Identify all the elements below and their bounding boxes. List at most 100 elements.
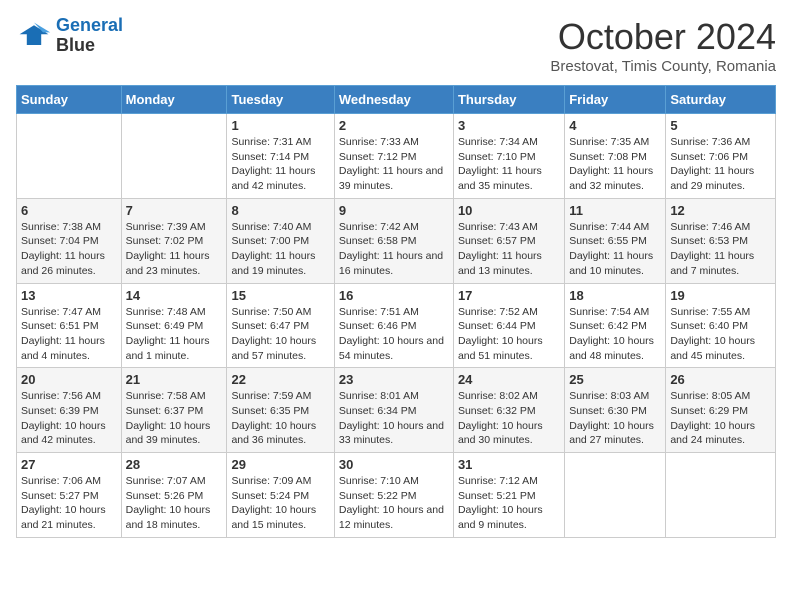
sunrise-info: Sunrise: 7:10 AM bbox=[339, 474, 449, 489]
calendar-cell: 2 Sunrise: 7:33 AM Sunset: 7:12 PM Dayli… bbox=[334, 114, 453, 199]
day-number: 20 bbox=[21, 372, 117, 387]
daylight-info: Daylight: 11 hours and 13 minutes. bbox=[458, 249, 560, 278]
day-number: 12 bbox=[670, 203, 771, 218]
calendar-week-row: 27 Sunrise: 7:06 AM Sunset: 5:27 PM Dayl… bbox=[17, 453, 776, 538]
day-number: 17 bbox=[458, 288, 560, 303]
day-number: 23 bbox=[339, 372, 449, 387]
day-number: 11 bbox=[569, 203, 661, 218]
day-number: 6 bbox=[21, 203, 117, 218]
day-number: 1 bbox=[231, 118, 329, 133]
daylight-info: Daylight: 10 hours and 54 minutes. bbox=[339, 334, 449, 363]
calendar-cell: 20 Sunrise: 7:56 AM Sunset: 6:39 PM Dayl… bbox=[17, 368, 122, 453]
sunrise-info: Sunrise: 7:55 AM bbox=[670, 305, 771, 320]
daylight-info: Daylight: 11 hours and 29 minutes. bbox=[670, 164, 771, 193]
daylight-info: Daylight: 11 hours and 26 minutes. bbox=[21, 249, 117, 278]
daylight-info: Daylight: 11 hours and 32 minutes. bbox=[569, 164, 661, 193]
calendar-cell: 31 Sunrise: 7:12 AM Sunset: 5:21 PM Dayl… bbox=[453, 453, 564, 538]
sunset-info: Sunset: 7:00 PM bbox=[231, 234, 329, 249]
daylight-info: Daylight: 11 hours and 1 minute. bbox=[126, 334, 223, 363]
sunset-info: Sunset: 6:29 PM bbox=[670, 404, 771, 419]
sunset-info: Sunset: 6:37 PM bbox=[126, 404, 223, 419]
column-header-tuesday: Tuesday bbox=[227, 86, 334, 114]
sunrise-info: Sunrise: 7:06 AM bbox=[21, 474, 117, 489]
day-number: 29 bbox=[231, 457, 329, 472]
daylight-info: Daylight: 10 hours and 57 minutes. bbox=[231, 334, 329, 363]
sunset-info: Sunset: 6:35 PM bbox=[231, 404, 329, 419]
day-number: 14 bbox=[126, 288, 223, 303]
day-number: 9 bbox=[339, 203, 449, 218]
calendar-cell: 7 Sunrise: 7:39 AM Sunset: 7:02 PM Dayli… bbox=[121, 198, 227, 283]
calendar-cell: 28 Sunrise: 7:07 AM Sunset: 5:26 PM Dayl… bbox=[121, 453, 227, 538]
column-header-monday: Monday bbox=[121, 86, 227, 114]
daylight-info: Daylight: 10 hours and 30 minutes. bbox=[458, 419, 560, 448]
calendar-cell: 6 Sunrise: 7:38 AM Sunset: 7:04 PM Dayli… bbox=[17, 198, 122, 283]
calendar-cell: 18 Sunrise: 7:54 AM Sunset: 6:42 PM Dayl… bbox=[565, 283, 666, 368]
day-number: 5 bbox=[670, 118, 771, 133]
column-header-friday: Friday bbox=[565, 86, 666, 114]
logo-icon bbox=[16, 18, 52, 54]
month-title: October 2024 bbox=[550, 16, 776, 58]
day-number: 28 bbox=[126, 457, 223, 472]
daylight-info: Daylight: 10 hours and 45 minutes. bbox=[670, 334, 771, 363]
sunset-info: Sunset: 5:22 PM bbox=[339, 489, 449, 504]
sunrise-info: Sunrise: 7:44 AM bbox=[569, 220, 661, 235]
calendar-header-row: SundayMondayTuesdayWednesdayThursdayFrid… bbox=[17, 86, 776, 114]
calendar-week-row: 1 Sunrise: 7:31 AM Sunset: 7:14 PM Dayli… bbox=[17, 114, 776, 199]
page-header: GeneralBlue October 2024 Brestovat, Timi… bbox=[16, 16, 776, 75]
calendar-cell: 3 Sunrise: 7:34 AM Sunset: 7:10 PM Dayli… bbox=[453, 114, 564, 199]
sunset-info: Sunset: 7:04 PM bbox=[21, 234, 117, 249]
calendar-cell: 14 Sunrise: 7:48 AM Sunset: 6:49 PM Dayl… bbox=[121, 283, 227, 368]
sunset-info: Sunset: 5:21 PM bbox=[458, 489, 560, 504]
calendar-cell: 11 Sunrise: 7:44 AM Sunset: 6:55 PM Dayl… bbox=[565, 198, 666, 283]
sunrise-info: Sunrise: 7:43 AM bbox=[458, 220, 560, 235]
sunset-info: Sunset: 6:39 PM bbox=[21, 404, 117, 419]
calendar-cell: 15 Sunrise: 7:50 AM Sunset: 6:47 PM Dayl… bbox=[227, 283, 334, 368]
sunset-info: Sunset: 6:49 PM bbox=[126, 319, 223, 334]
calendar-cell: 8 Sunrise: 7:40 AM Sunset: 7:00 PM Dayli… bbox=[227, 198, 334, 283]
day-number: 2 bbox=[339, 118, 449, 133]
location-subtitle: Brestovat, Timis County, Romania bbox=[550, 58, 776, 75]
calendar-cell: 21 Sunrise: 7:58 AM Sunset: 6:37 PM Dayl… bbox=[121, 368, 227, 453]
calendar-week-row: 6 Sunrise: 7:38 AM Sunset: 7:04 PM Dayli… bbox=[17, 198, 776, 283]
day-number: 19 bbox=[670, 288, 771, 303]
sunset-info: Sunset: 6:32 PM bbox=[458, 404, 560, 419]
calendar-cell: 13 Sunrise: 7:47 AM Sunset: 6:51 PM Dayl… bbox=[17, 283, 122, 368]
day-number: 31 bbox=[458, 457, 560, 472]
sunrise-info: Sunrise: 7:54 AM bbox=[569, 305, 661, 320]
sunrise-info: Sunrise: 7:58 AM bbox=[126, 389, 223, 404]
sunset-info: Sunset: 7:10 PM bbox=[458, 150, 560, 165]
day-number: 3 bbox=[458, 118, 560, 133]
daylight-info: Daylight: 10 hours and 21 minutes. bbox=[21, 503, 117, 532]
sunrise-info: Sunrise: 8:03 AM bbox=[569, 389, 661, 404]
day-number: 13 bbox=[21, 288, 117, 303]
column-header-thursday: Thursday bbox=[453, 86, 564, 114]
day-number: 10 bbox=[458, 203, 560, 218]
calendar-cell bbox=[666, 453, 776, 538]
day-number: 24 bbox=[458, 372, 560, 387]
sunrise-info: Sunrise: 7:39 AM bbox=[126, 220, 223, 235]
daylight-info: Daylight: 10 hours and 9 minutes. bbox=[458, 503, 560, 532]
sunset-info: Sunset: 6:53 PM bbox=[670, 234, 771, 249]
calendar-cell: 4 Sunrise: 7:35 AM Sunset: 7:08 PM Dayli… bbox=[565, 114, 666, 199]
sunset-info: Sunset: 6:58 PM bbox=[339, 234, 449, 249]
sunrise-info: Sunrise: 7:31 AM bbox=[231, 135, 329, 150]
day-number: 18 bbox=[569, 288, 661, 303]
sunrise-info: Sunrise: 7:07 AM bbox=[126, 474, 223, 489]
sunset-info: Sunset: 7:06 PM bbox=[670, 150, 771, 165]
sunset-info: Sunset: 6:42 PM bbox=[569, 319, 661, 334]
sunrise-info: Sunrise: 7:42 AM bbox=[339, 220, 449, 235]
sunset-info: Sunset: 7:14 PM bbox=[231, 150, 329, 165]
column-header-saturday: Saturday bbox=[666, 86, 776, 114]
sunset-info: Sunset: 6:44 PM bbox=[458, 319, 560, 334]
logo: GeneralBlue bbox=[16, 16, 123, 56]
sunrise-info: Sunrise: 7:50 AM bbox=[231, 305, 329, 320]
calendar-cell: 30 Sunrise: 7:10 AM Sunset: 5:22 PM Dayl… bbox=[334, 453, 453, 538]
sunset-info: Sunset: 6:40 PM bbox=[670, 319, 771, 334]
calendar-cell: 16 Sunrise: 7:51 AM Sunset: 6:46 PM Dayl… bbox=[334, 283, 453, 368]
sunrise-info: Sunrise: 7:38 AM bbox=[21, 220, 117, 235]
calendar-cell: 9 Sunrise: 7:42 AM Sunset: 6:58 PM Dayli… bbox=[334, 198, 453, 283]
daylight-info: Daylight: 11 hours and 42 minutes. bbox=[231, 164, 329, 193]
calendar-cell: 10 Sunrise: 7:43 AM Sunset: 6:57 PM Dayl… bbox=[453, 198, 564, 283]
day-number: 26 bbox=[670, 372, 771, 387]
day-number: 25 bbox=[569, 372, 661, 387]
